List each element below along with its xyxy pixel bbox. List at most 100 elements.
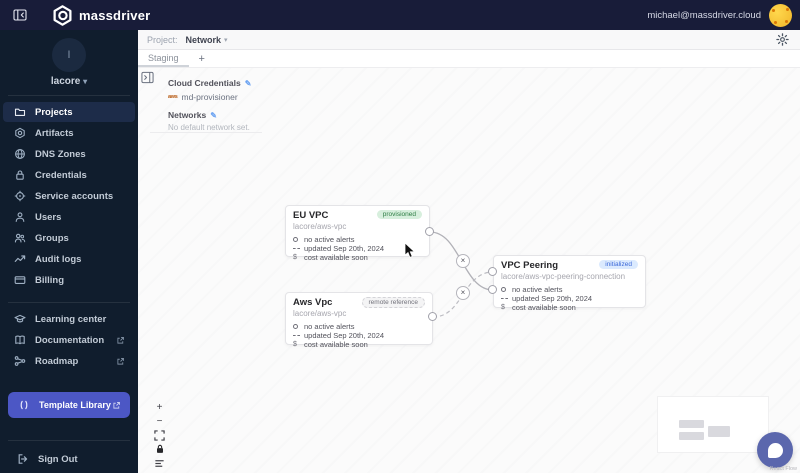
node-input-handle[interactable] — [488, 267, 497, 276]
config-panel-toggle-button[interactable] — [141, 71, 154, 84]
sidebar-item-projects[interactable]: Projects — [3, 102, 135, 122]
node-output-handle[interactable] — [425, 227, 434, 236]
brand-logo[interactable]: massdriver — [52, 4, 151, 26]
provisioner-name: md-provisioner — [181, 92, 238, 102]
sidebar-item-documentation[interactable]: Documentation — [3, 330, 135, 350]
add-environment-button[interactable]: + — [189, 50, 215, 67]
brand-name: massdriver — [79, 7, 151, 23]
minimap-node — [679, 432, 704, 440]
disconnect-edge-button[interactable]: × — [456, 254, 470, 268]
folder-icon — [13, 106, 26, 119]
canvas-controls: + − — [152, 400, 167, 470]
node-title: VPC Peering — [501, 260, 559, 271]
sidebar-item-label: Documentation — [35, 334, 105, 346]
app-window: massdriver michael@massdriver.cloud l la… — [0, 0, 800, 473]
sidebar-item-roadmap[interactable]: Roadmap — [3, 351, 135, 371]
sidebar-item-label: Learning center — [35, 313, 107, 325]
fit-view-icon — [154, 429, 165, 441]
sidebar-item-label: Billing — [35, 274, 65, 286]
updated-text: updated Sep 20th, 2024 — [304, 331, 385, 340]
auto-layout-button[interactable] — [152, 456, 167, 470]
chevron-down-icon: ▾ — [224, 36, 228, 44]
settings-gear-button[interactable] — [776, 32, 790, 47]
edit-pencil-icon[interactable]: ✎ — [210, 111, 217, 120]
sidebar-item-dns-zones[interactable]: DNS Zones — [3, 144, 135, 164]
node-aws-vpc[interactable]: Aws Vpc remote reference lacore/aws-vpc … — [285, 292, 433, 349]
sidebar-item-label: Projects — [35, 106, 73, 118]
alerts-icon — [501, 287, 512, 292]
updated-icon — [293, 248, 304, 249]
node-bundle-path: lacore/aws-vpc-peering-connection — [501, 272, 626, 281]
node-input-handle[interactable] — [488, 285, 497, 294]
node-vpc-peering[interactable]: VPC Peering initialized lacore/aws-vpc-p… — [493, 255, 646, 312]
org-avatar: l — [52, 38, 86, 72]
sidebar-collapse-button[interactable] — [12, 7, 28, 23]
disconnect-edge-button[interactable]: × — [456, 286, 470, 300]
sidebar-item-groups[interactable]: Groups — [3, 228, 135, 248]
chevron-down-icon: ▾ — [83, 77, 88, 86]
sidebar-item-credentials[interactable]: Credentials — [3, 165, 135, 185]
tab-staging[interactable]: Staging — [138, 50, 189, 67]
project-label: Project: — [147, 34, 178, 45]
edit-pencil-icon[interactable]: ✎ — [245, 79, 252, 88]
sidebar-item-learning-center[interactable]: Learning center — [3, 309, 135, 329]
org-name: lacore — [50, 76, 81, 87]
sign-out-button[interactable]: Sign Out — [6, 449, 138, 469]
minimap[interactable] — [657, 396, 769, 453]
sidebar-item-service-accounts[interactable]: Service accounts — [3, 186, 135, 206]
cloud-credentials-label: Cloud Credentials — [168, 78, 241, 88]
template-library-label: Template Library — [39, 400, 111, 410]
cost-text: cost available soon — [512, 303, 576, 312]
roadmap-branch-icon — [13, 355, 26, 368]
networks-empty-text: No default network set. — [168, 123, 250, 132]
sidebar-item-users[interactable]: Users — [3, 207, 135, 227]
activity-line-icon — [13, 253, 26, 266]
massdriver-logo-icon — [53, 4, 72, 26]
divider — [150, 132, 262, 133]
org-switcher[interactable]: l lacore ▾ — [0, 38, 138, 87]
lock-filled-icon — [156, 444, 163, 453]
sidebar-item-label: Users — [35, 211, 62, 223]
node-title: Aws Vpc — [293, 297, 333, 308]
book-icon — [13, 334, 26, 347]
alerts-icon — [293, 237, 304, 242]
topbar: massdriver michael@massdriver.cloud — [0, 0, 800, 30]
project-config-panel: Cloud Credentials ✎ aws md-provisioner Net… — [168, 78, 368, 132]
updated-icon — [293, 335, 304, 336]
fit-view-button[interactable] — [152, 428, 167, 442]
zoom-in-button[interactable]: + — [152, 400, 167, 414]
sidebar-item-audit-logs[interactable]: Audit logs — [3, 249, 135, 269]
sidebar-item-billing[interactable]: Billing — [3, 270, 135, 290]
sidebar-item-artifacts[interactable]: Artifacts — [3, 123, 135, 143]
cost-text: cost available soon — [304, 340, 368, 349]
updated-icon — [501, 298, 512, 299]
cost-icon: $ — [501, 304, 505, 311]
node-title: EU VPC — [293, 210, 329, 221]
node-output-handle[interactable] — [428, 312, 437, 321]
diagram-canvas[interactable]: Cloud Credentials ✎ aws md-provisioner Net… — [138, 68, 800, 473]
chat-widget-button[interactable] — [757, 432, 793, 468]
environment-tabs: Staging + — [138, 50, 800, 68]
project-selector[interactable]: Network — [186, 35, 222, 45]
code-brackets-icon — [17, 399, 30, 412]
external-link-icon — [116, 336, 125, 345]
mouse-cursor — [404, 243, 416, 258]
user-email: michael@massdriver.cloud — [647, 9, 761, 21]
zoom-out-button[interactable]: − — [152, 414, 167, 428]
content-header: Project: Network ▾ — [138, 30, 800, 50]
template-library-button[interactable]: Template Library — [8, 392, 130, 418]
alerts-text: no active alerts — [304, 322, 355, 331]
cost-text: cost available soon — [304, 253, 368, 262]
updated-text: updated Sep 20th, 2024 — [512, 294, 593, 303]
minimap-node — [708, 426, 730, 437]
sidebar: l lacore ▾ Projects Artifacts DNS Zones … — [0, 30, 138, 473]
minimap-node — [679, 420, 704, 428]
globe-icon — [13, 148, 26, 161]
alerts-text: no active alerts — [512, 285, 563, 294]
users-group-icon — [13, 232, 26, 245]
reactflow-attribution: React Flow — [769, 466, 797, 472]
cost-icon: $ — [293, 341, 297, 348]
lock-icon — [13, 169, 26, 182]
lock-toggle-button[interactable] — [152, 442, 167, 456]
user-avatar[interactable] — [769, 3, 792, 27]
